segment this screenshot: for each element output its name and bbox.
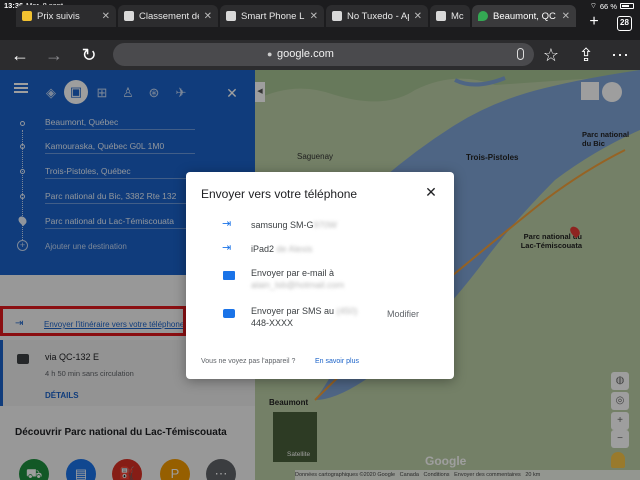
new-tab-icon[interactable]: + [586, 14, 602, 30]
tab-count-button[interactable]: 28 [617, 16, 632, 31]
device-name-samsung: samsung SM-G [251, 220, 314, 230]
modify-phone-button[interactable]: Modifier [387, 309, 419, 319]
address-bar[interactable]: ● google.com [113, 43, 534, 66]
sms-label-text: Envoyer par SMS au [251, 306, 337, 316]
microphone-icon[interactable] [517, 48, 524, 60]
forward-arrow-icon[interactable]: → [43, 44, 65, 66]
tab-title: Beaumont, QC [493, 10, 556, 22]
tab-classement[interactable]: Classement de ✕ [118, 5, 218, 27]
dialog-close-icon[interactable]: ✕ [423, 184, 439, 201]
device-label-ipad: iPad2 de Alexis [251, 244, 313, 254]
tab-no-tuxedo[interactable]: No Tuxedo - Ap ✕ [326, 5, 428, 27]
phone-send-icon: ⇥ [222, 218, 232, 230]
maps-favicon-icon [478, 11, 488, 21]
dialog-footer-text: Vous ne voyez pas l'appareil ? [201, 358, 296, 365]
tab-close-icon[interactable]: ✕ [310, 11, 318, 22]
url-text: google.com [277, 48, 334, 60]
tab-title: Smart Phone L [241, 10, 305, 22]
tab-beaumont-active[interactable]: Beaumont, QC ✕ [472, 5, 576, 27]
tab-mc[interactable]: Mc [430, 5, 470, 27]
tab-favicon-icon [332, 11, 342, 21]
lock-icon: ● [267, 49, 273, 59]
phone-send-icon: ⇥ [222, 242, 232, 254]
send-to-phone-dialog: Envoyer vers votre téléphone ✕ ⇥ samsung… [186, 172, 454, 379]
sms-number: 448-XXXX [251, 318, 294, 328]
tab-favicon-icon [226, 11, 236, 21]
tab-title: No Tuxedo - Ap [347, 10, 409, 22]
more-menu-icon[interactable]: ⋯ [609, 44, 631, 66]
back-arrow-icon[interactable]: ← [9, 44, 31, 66]
tab-close-icon[interactable]: ✕ [562, 11, 570, 22]
tab-close-icon[interactable]: ✕ [102, 11, 110, 22]
email-icon [223, 271, 235, 280]
tab-title: Mc [451, 10, 464, 22]
bookmark-star-icon[interactable]: ☆ [540, 44, 562, 66]
tab-favicon-icon [436, 11, 446, 21]
sms-icon [223, 309, 235, 318]
tab-title: Classement de [139, 10, 199, 22]
device-option-samsung[interactable]: ⇥ samsung SM-G970W [186, 212, 454, 236]
sms-label: Envoyer par SMS au (450) [251, 306, 358, 316]
tab-prix-suivis[interactable]: Prix suivis ✕ [16, 5, 116, 27]
device-option-ipad[interactable]: ⇥ iPad2 de Alexis [186, 236, 454, 260]
email-address-redacted: alain_lsb@hotmail.com [251, 280, 345, 290]
device-label-samsung: samsung SM-G970W [251, 220, 337, 230]
learn-more-link[interactable]: En savoir plus [315, 358, 359, 365]
tab-close-icon[interactable]: ✕ [414, 11, 422, 22]
sms-option[interactable]: Envoyer par SMS au (450) 448-XXXX Modifi… [186, 302, 454, 332]
reload-icon[interactable]: ↻ [78, 44, 100, 66]
email-option[interactable]: Envoyer par e-mail à alain_lsb@hotmail.c… [186, 264, 454, 294]
tab-favicon-icon [22, 11, 32, 21]
device-name-ipad: iPad2 [251, 244, 277, 254]
tab-close-icon[interactable]: ✕ [204, 11, 212, 22]
device-name-samsung-redacted: 970W [313, 220, 338, 230]
tab-title: Prix suivis [37, 10, 80, 22]
sms-area-code-redacted: (450) [336, 306, 358, 316]
tab-favicon-icon [124, 11, 134, 21]
device-name-ipad-redacted: de Alexis [276, 244, 313, 254]
battery-icon [620, 3, 634, 9]
email-label: Envoyer par e-mail à [251, 268, 335, 278]
tab-smart-phone[interactable]: Smart Phone L ✕ [220, 5, 324, 27]
dialog-title: Envoyer vers votre téléphone [201, 187, 358, 201]
share-icon[interactable]: ⇪ [575, 44, 597, 66]
